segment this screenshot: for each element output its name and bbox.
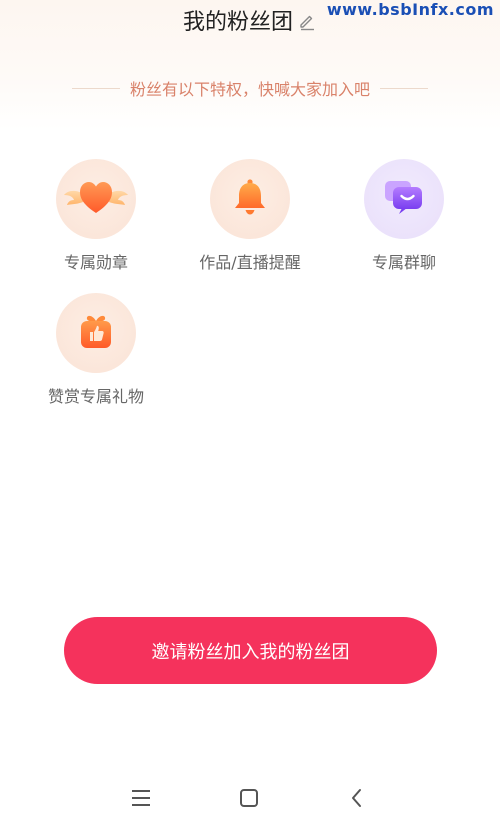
edit-pencil-icon[interactable] xyxy=(297,11,317,31)
privilege-label: 作品/直播提醒 xyxy=(199,253,301,272)
page-title: 我的粉丝团 xyxy=(182,10,293,35)
privilege-icon-circle xyxy=(364,159,444,239)
gift-box-icon xyxy=(76,311,116,355)
privilege-exclusive-reward-gift[interactable]: 赞赏专属礼物 xyxy=(21,293,171,407)
header: 我的粉丝团 xyxy=(0,4,500,36)
privilege-icon-circle xyxy=(56,159,136,239)
privilege-label: 专属勋章 xyxy=(63,253,128,272)
subtitle-divider-right xyxy=(380,87,428,89)
system-nav-bar xyxy=(0,770,500,825)
heart-badge-icon xyxy=(64,177,128,221)
privilege-exclusive-group-chat[interactable]: 专属群聊 xyxy=(329,159,479,273)
privilege-works-live-reminder[interactable]: 作品/直播提醒 xyxy=(175,159,325,273)
chat-bubbles-icon xyxy=(382,177,426,221)
subtitle: 粉丝有以下特权，快喊大家加入吧 xyxy=(129,80,370,99)
privilege-label: 专属群聊 xyxy=(371,253,436,272)
privilege-icon-circle xyxy=(210,159,290,239)
bell-icon xyxy=(230,177,270,221)
invite-fans-button[interactable]: 邀请粉丝加入我的粉丝团 xyxy=(64,617,437,684)
subtitle-divider-left xyxy=(71,87,120,89)
home-icon[interactable] xyxy=(235,784,263,812)
menu-icon[interactable] xyxy=(127,784,155,812)
privilege-icon-circle xyxy=(56,293,136,373)
privilege-label: 赞赏专属礼物 xyxy=(47,387,144,406)
back-icon[interactable] xyxy=(343,784,371,812)
subtitle-row: 粉丝有以下特权，快喊大家加入吧 xyxy=(0,74,500,102)
privilege-exclusive-badge[interactable]: 专属勋章 xyxy=(21,159,171,273)
